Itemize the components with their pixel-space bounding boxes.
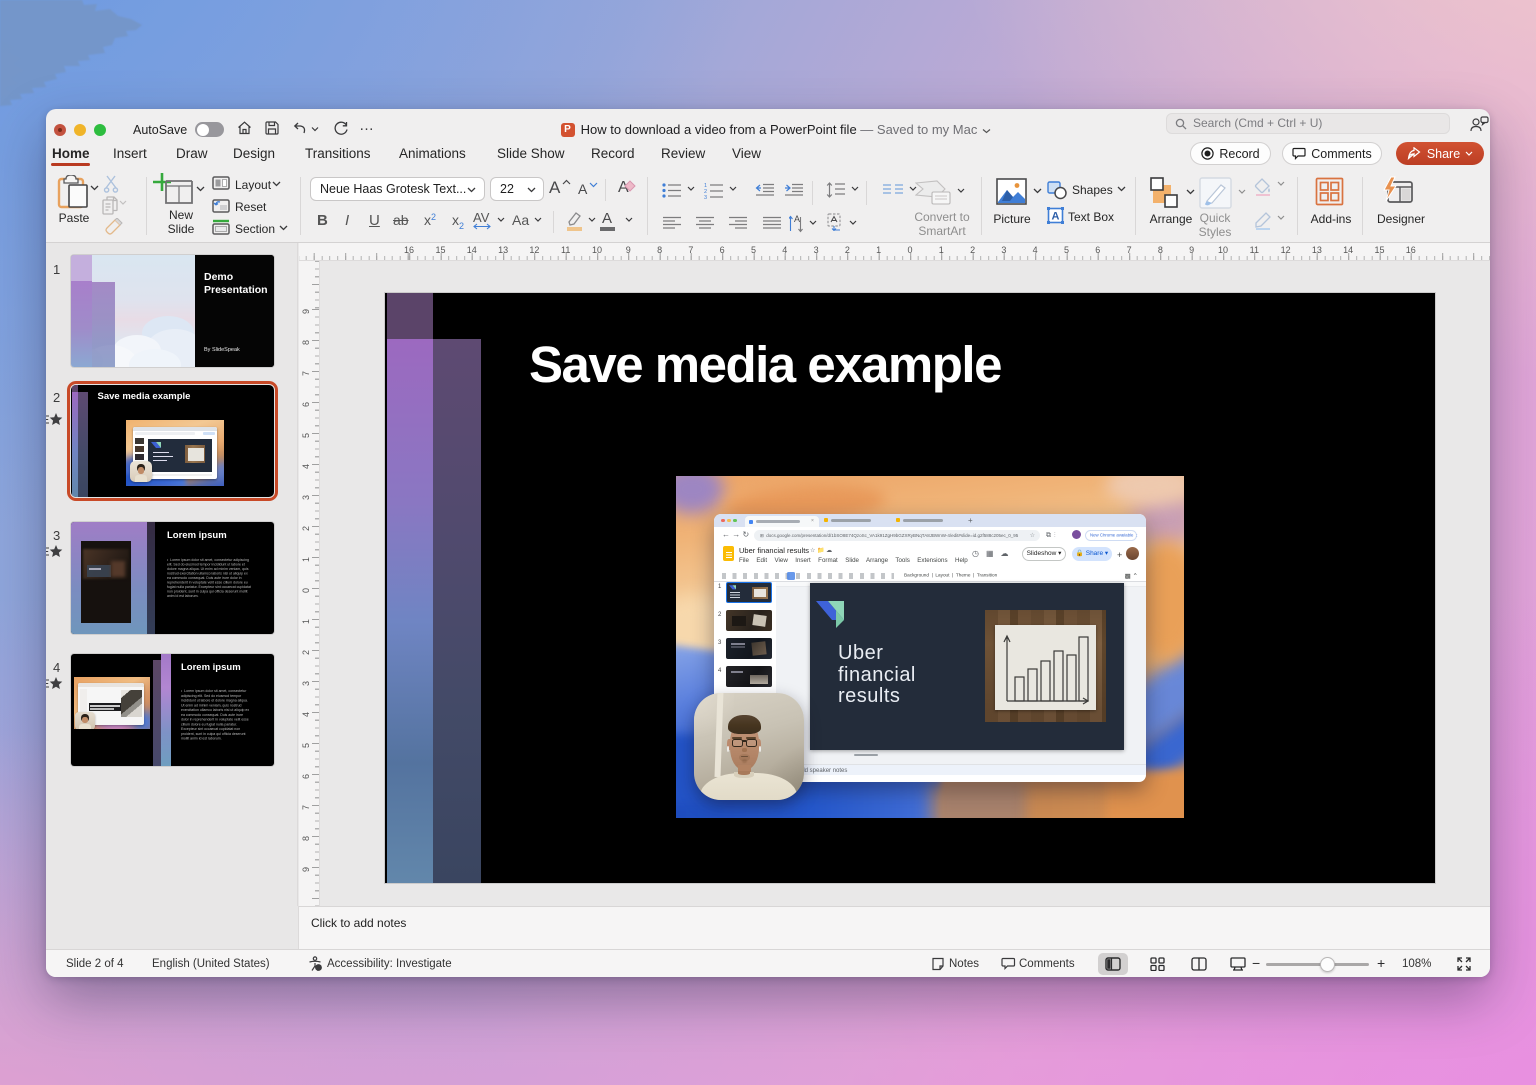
svg-text:A: A (794, 214, 800, 224)
svg-text:!: ! (317, 966, 319, 972)
svg-text:A: A (1052, 211, 1060, 223)
svg-text:3: 3 (704, 195, 707, 199)
